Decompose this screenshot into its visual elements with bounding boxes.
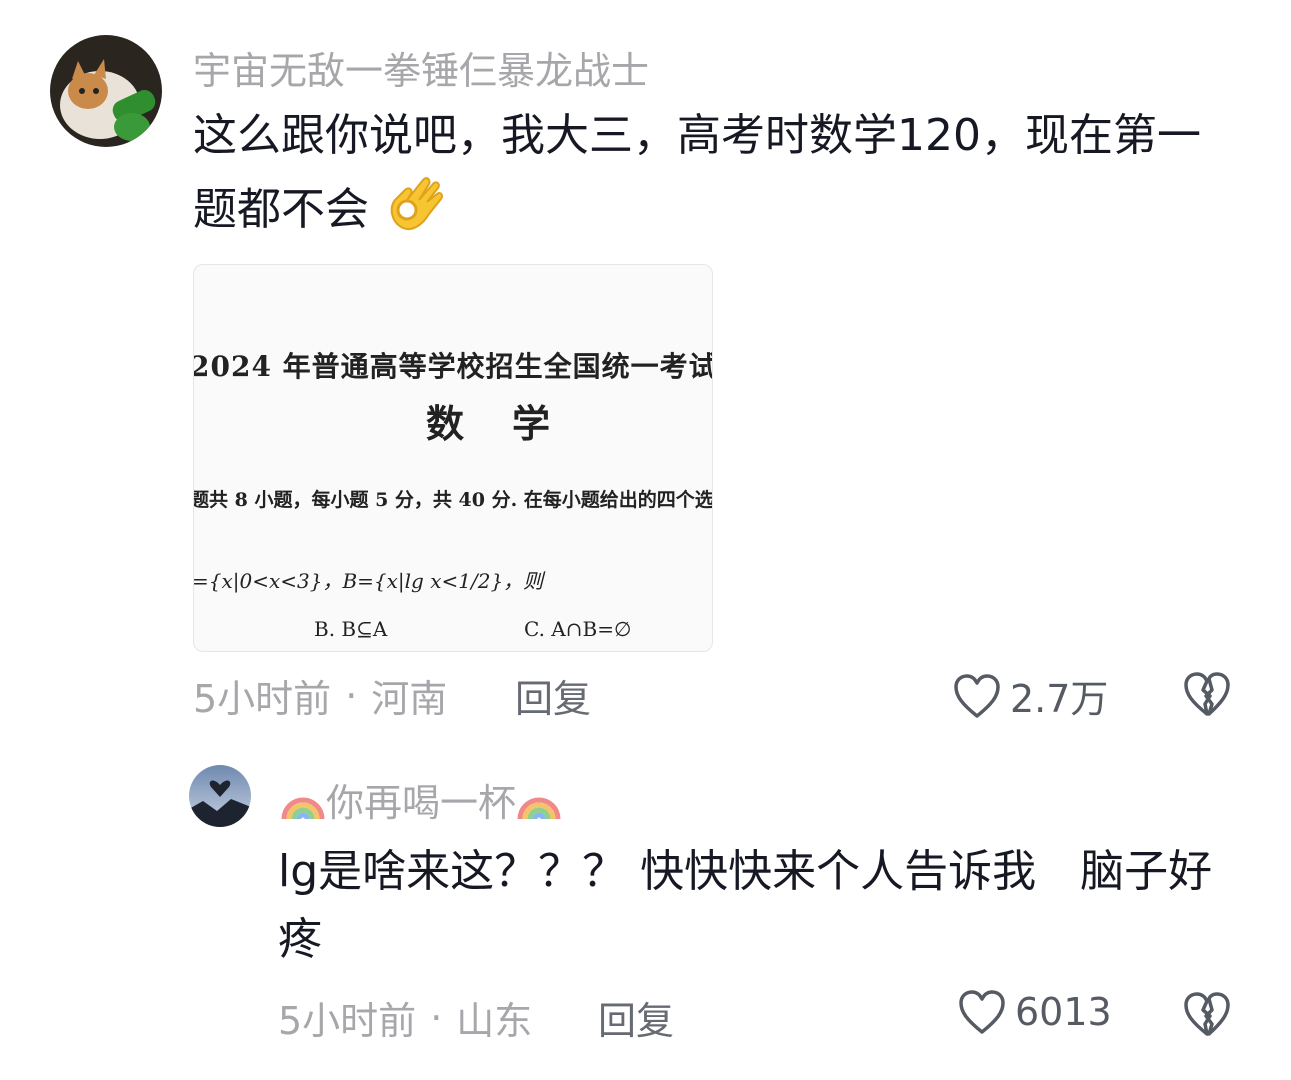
rainbow-emoji-icon: [281, 797, 325, 819]
reply-button[interactable]: 回复: [515, 668, 591, 723]
exam-option-b: B. B⊆A: [314, 617, 388, 641]
like-button[interactable]: 2.7万: [952, 668, 1108, 723]
comment-location: 山东: [456, 999, 533, 1043]
exam-subject: 数学: [426, 401, 599, 446]
reply-button[interactable]: 回复: [598, 990, 674, 1045]
attached-image[interactable]: 2024 年普通高等学校招生全国统一考试 数学 题共 8 小题，每小题 5 分，…: [193, 264, 713, 652]
meta-separator: ·: [345, 673, 358, 718]
commenter-username[interactable]: 你再喝一杯: [280, 772, 562, 827]
like-count: 2.7万: [1010, 677, 1109, 721]
commenter-username[interactable]: 宇宙无敌一拳锤仨暴龙战士: [193, 40, 649, 95]
broken-heart-icon: [1184, 992, 1230, 1036]
exam-option-c: C. A∩B=∅: [524, 617, 632, 641]
rainbow-emoji-icon: [517, 797, 561, 819]
avatar-commenter-1[interactable]: [50, 35, 162, 147]
comment-time: 5小时前: [193, 677, 332, 721]
ok-hand-emoji-icon: [383, 170, 447, 254]
meta-separator: ·: [430, 995, 443, 1040]
comment-text: 这么跟你说吧，我大三，高考时数学120，现在第一题都不会: [193, 102, 1233, 254]
heart-icon: [959, 990, 1005, 1034]
comment-text-body: 这么跟你说吧，我大三，高考时数学120，现在第一题都不会: [193, 110, 1201, 235]
exam-title: 2024 年普通高等学校招生全国统一考试: [193, 350, 713, 383]
username-text: 你再喝一杯: [326, 781, 517, 825]
comment-meta: 5小时前 · 河南: [193, 668, 447, 723]
exam-instruction: 题共 8 小题，每小题 5 分，共 40 分. 在每小题给出的四个选: [193, 489, 713, 511]
heart-icon: [954, 673, 1000, 718]
comment-meta: 5小时前 · 山东: [278, 990, 532, 1045]
broken-heart-icon: [1184, 672, 1230, 716]
comment-location: 河南: [371, 677, 448, 721]
like-button[interactable]: 6013: [957, 988, 1112, 1036]
comment-time: 5小时前: [278, 999, 417, 1043]
exam-question: ={x|0<x<3}，B={x|lg x<1/2}，则: [193, 569, 544, 593]
avatar-commenter-2[interactable]: [189, 765, 251, 827]
comment-text: lg是啥来这？？？ 快快快来个人告诉我 脑子好疼: [278, 846, 1213, 965]
dislike-button[interactable]: [1182, 670, 1232, 722]
dislike-button[interactable]: [1182, 990, 1232, 1042]
like-count: 6013: [1015, 990, 1112, 1034]
